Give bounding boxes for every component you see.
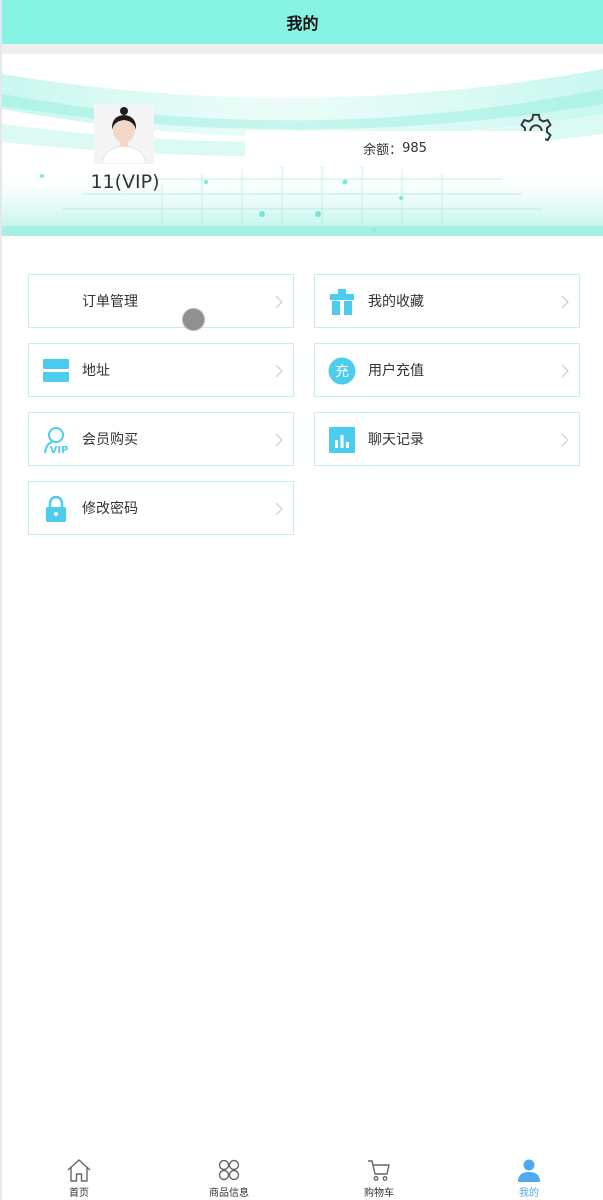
- chevron-right-icon: [561, 295, 569, 309]
- profile-banner: 11(VIP) 余额： 985: [2, 54, 603, 236]
- menu-item-label: 地址: [82, 363, 110, 379]
- tab-cart[interactable]: 购物车: [304, 1150, 454, 1200]
- bottom-tabbar: 首页 商品信息 购物车 我的: [2, 1150, 603, 1200]
- navbar-divider: [2, 44, 603, 54]
- favorites-icon: [330, 289, 354, 315]
- menu-item-label: 聊天记录: [368, 432, 424, 448]
- chevron-right-icon: [275, 433, 283, 447]
- page-title: 我的: [286, 14, 319, 33]
- menu-item-label: 用户充值: [368, 363, 424, 379]
- menu-item-label: 会员购买: [82, 432, 138, 448]
- vip-icon-text: VIP: [50, 445, 69, 454]
- home-icon: [67, 1159, 91, 1182]
- menu-item-change-password[interactable]: 修改密码: [28, 481, 294, 535]
- touch-cursor-indicator: [182, 308, 205, 331]
- top-navbar: 我的: [2, 0, 603, 44]
- chevron-right-icon: [275, 295, 283, 309]
- balance-label: 余额：: [363, 142, 403, 158]
- avatar[interactable]: [94, 104, 154, 164]
- tab-products[interactable]: 商品信息: [154, 1150, 304, 1200]
- menu-item-chat-history[interactable]: 聊天记录: [314, 412, 580, 466]
- cart-icon: [368, 1160, 390, 1181]
- vip-icon: VIP: [44, 427, 69, 454]
- menu-item-label: 我的收藏: [368, 294, 424, 310]
- balance-box: 余额： 985: [245, 131, 545, 165]
- recharge-icon: 充: [328, 357, 356, 385]
- chevron-right-icon: [275, 364, 283, 378]
- username: 11(VIP): [90, 171, 160, 193]
- tab-mine[interactable]: 我的: [454, 1150, 603, 1200]
- menu-item-recharge[interactable]: 充 用户充值: [314, 343, 580, 397]
- tab-label: 购物车: [364, 1188, 394, 1199]
- chart-icon: [329, 427, 355, 453]
- profile-page: 我的 11(VIP) 余额： 985 订单管理 我的收藏 地址 充 用户充值 V…: [0, 0, 603, 1200]
- tab-label: 我的: [519, 1188, 539, 1199]
- menu-item-vip[interactable]: VIP 会员购买: [28, 412, 294, 466]
- grid-icon: [218, 1159, 240, 1181]
- order-icon: [42, 288, 70, 316]
- chevron-right-icon: [561, 364, 569, 378]
- tab-label: 商品信息: [209, 1188, 249, 1199]
- recharge-icon-text: 充: [335, 364, 349, 380]
- menu-item-orders[interactable]: 订单管理: [28, 274, 294, 328]
- address-icon: [43, 359, 69, 382]
- balance-value: 985: [402, 140, 427, 156]
- chevron-right-icon: [561, 433, 569, 447]
- menu-item-label: 修改密码: [82, 501, 138, 517]
- tab-label: 首页: [69, 1188, 89, 1199]
- avatar-image: [94, 104, 154, 164]
- user-icon: [518, 1159, 540, 1182]
- chevron-right-icon: [275, 502, 283, 516]
- menu-item-label: 订单管理: [82, 294, 138, 310]
- tab-home[interactable]: 首页: [4, 1150, 154, 1200]
- menu-item-favorites[interactable]: 我的收藏: [314, 274, 580, 328]
- lock-icon: [46, 495, 66, 522]
- menu-item-address[interactable]: 地址: [28, 343, 294, 397]
